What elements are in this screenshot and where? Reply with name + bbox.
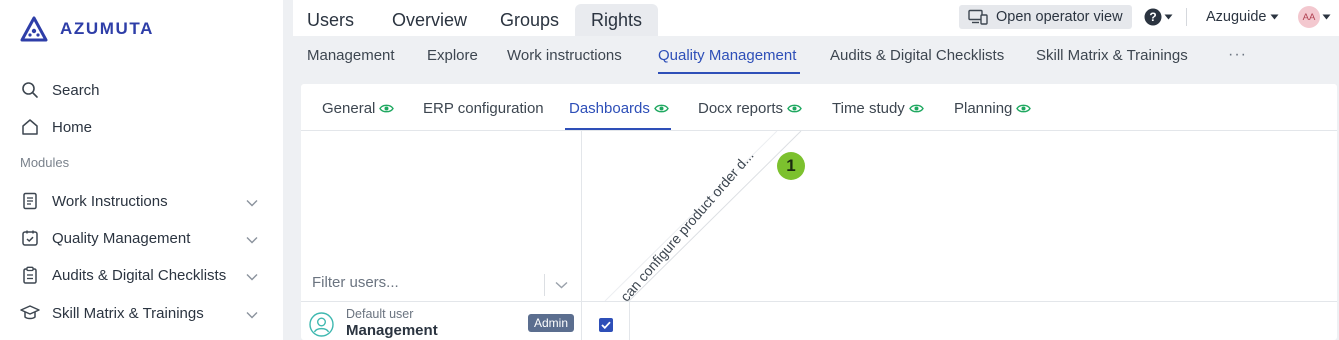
filter-users-input[interactable]: Filter users... bbox=[312, 274, 399, 291]
caret-down-icon bbox=[1322, 14, 1331, 20]
azumuta-logo-icon bbox=[20, 16, 48, 42]
home-icon bbox=[20, 117, 40, 137]
svg-text:?: ? bbox=[1149, 10, 1156, 24]
workspace-switcher[interactable]: Azuguide bbox=[1206, 9, 1279, 25]
permission-checkbox[interactable] bbox=[599, 318, 613, 332]
caret-down-icon bbox=[1270, 14, 1279, 20]
calendar-check-icon bbox=[20, 228, 40, 248]
tab-users[interactable]: Users bbox=[307, 4, 354, 36]
logo[interactable]: AZUMUTA bbox=[20, 16, 154, 42]
sidebar-item-audits[interactable]: Audits & Digital Checklists bbox=[20, 265, 262, 285]
search-icon bbox=[20, 80, 40, 100]
document-icon bbox=[20, 191, 40, 211]
subtab-work-instructions[interactable]: Work instructions bbox=[507, 47, 622, 64]
sidebar-item-label: Search bbox=[52, 81, 100, 99]
subtab-audits[interactable]: Audits & Digital Checklists bbox=[830, 47, 1004, 64]
topbar-divider bbox=[1186, 8, 1187, 26]
sidebar-item-label: Skill Matrix & Trainings bbox=[52, 304, 204, 322]
sidebar-item-label: Work Instructions bbox=[52, 192, 168, 210]
sidebar-item-label: Quality Management bbox=[52, 229, 191, 247]
subtab-quality-management[interactable]: Quality Management bbox=[658, 47, 796, 64]
sidebar-divider bbox=[283, 0, 293, 340]
sidebar-item-search[interactable]: Search bbox=[20, 80, 262, 100]
sidebar: AZUMUTA Search Home Modules Work Instruc… bbox=[0, 0, 283, 340]
avatar: AA bbox=[1298, 6, 1320, 28]
user-icon bbox=[309, 312, 334, 340]
rights-card: General ERP configuration Dashboards Doc… bbox=[301, 84, 1337, 340]
tab-overview[interactable]: Overview bbox=[392, 4, 467, 36]
sidebar-item-label: Audits & Digital Checklists bbox=[52, 266, 227, 284]
caret-down-icon bbox=[1164, 14, 1173, 20]
user-menu[interactable]: AA bbox=[1298, 6, 1331, 28]
modules-heading: Modules bbox=[20, 155, 70, 170]
checkmark-icon bbox=[601, 321, 611, 329]
sidebar-item-label: Home bbox=[52, 118, 93, 136]
graduation-cap-icon bbox=[20, 303, 40, 323]
tab-rights[interactable]: Rights bbox=[575, 4, 659, 36]
sub-navigation: Management Explore Work instructions Qua… bbox=[293, 36, 1339, 76]
help-menu[interactable]: ? bbox=[1144, 8, 1173, 26]
workspace-name: Azuguide bbox=[1206, 9, 1267, 25]
chevron-down-icon[interactable] bbox=[555, 276, 568, 294]
open-operator-view-button[interactable]: Open operator view bbox=[959, 5, 1132, 29]
sidebar-item-work-instructions[interactable]: Work Instructions bbox=[20, 191, 262, 211]
subtab-management[interactable]: Management bbox=[307, 47, 395, 64]
header-row-divider bbox=[301, 301, 1337, 302]
role-badge: Admin bbox=[528, 314, 575, 332]
subtab-explore[interactable]: Explore bbox=[427, 47, 478, 64]
chevron-down-icon[interactable] bbox=[246, 306, 258, 323]
operator-view-label: Open operator view bbox=[996, 9, 1123, 25]
devices-icon bbox=[968, 9, 988, 25]
brand-name: AZUMUTA bbox=[60, 19, 154, 38]
active-subtab-indicator bbox=[658, 72, 800, 74]
more-icon[interactable]: ··· bbox=[1228, 46, 1247, 64]
chevron-down-icon[interactable] bbox=[246, 231, 258, 248]
checkbox-column-border bbox=[629, 301, 630, 340]
clipboard-icon bbox=[20, 265, 40, 285]
chevron-down-icon[interactable] bbox=[246, 268, 258, 285]
top-bar: Users Overview Groups Rights Open operat… bbox=[293, 0, 1339, 36]
user-name[interactable]: Management bbox=[346, 322, 438, 339]
sidebar-item-quality-management[interactable]: Quality Management bbox=[20, 228, 262, 248]
subtab-skill-matrix[interactable]: Skill Matrix & Trainings bbox=[1036, 47, 1188, 64]
step-marker-badge: 1 bbox=[777, 152, 805, 180]
chevron-down-icon[interactable] bbox=[246, 194, 258, 211]
sidebar-item-home[interactable]: Home bbox=[20, 117, 262, 137]
help-icon: ? bbox=[1144, 8, 1162, 26]
user-subtitle: Default user bbox=[346, 307, 414, 321]
tab-groups[interactable]: Groups bbox=[500, 4, 559, 36]
filter-separator bbox=[544, 274, 545, 296]
sidebar-item-skill-matrix[interactable]: Skill Matrix & Trainings bbox=[20, 303, 262, 323]
